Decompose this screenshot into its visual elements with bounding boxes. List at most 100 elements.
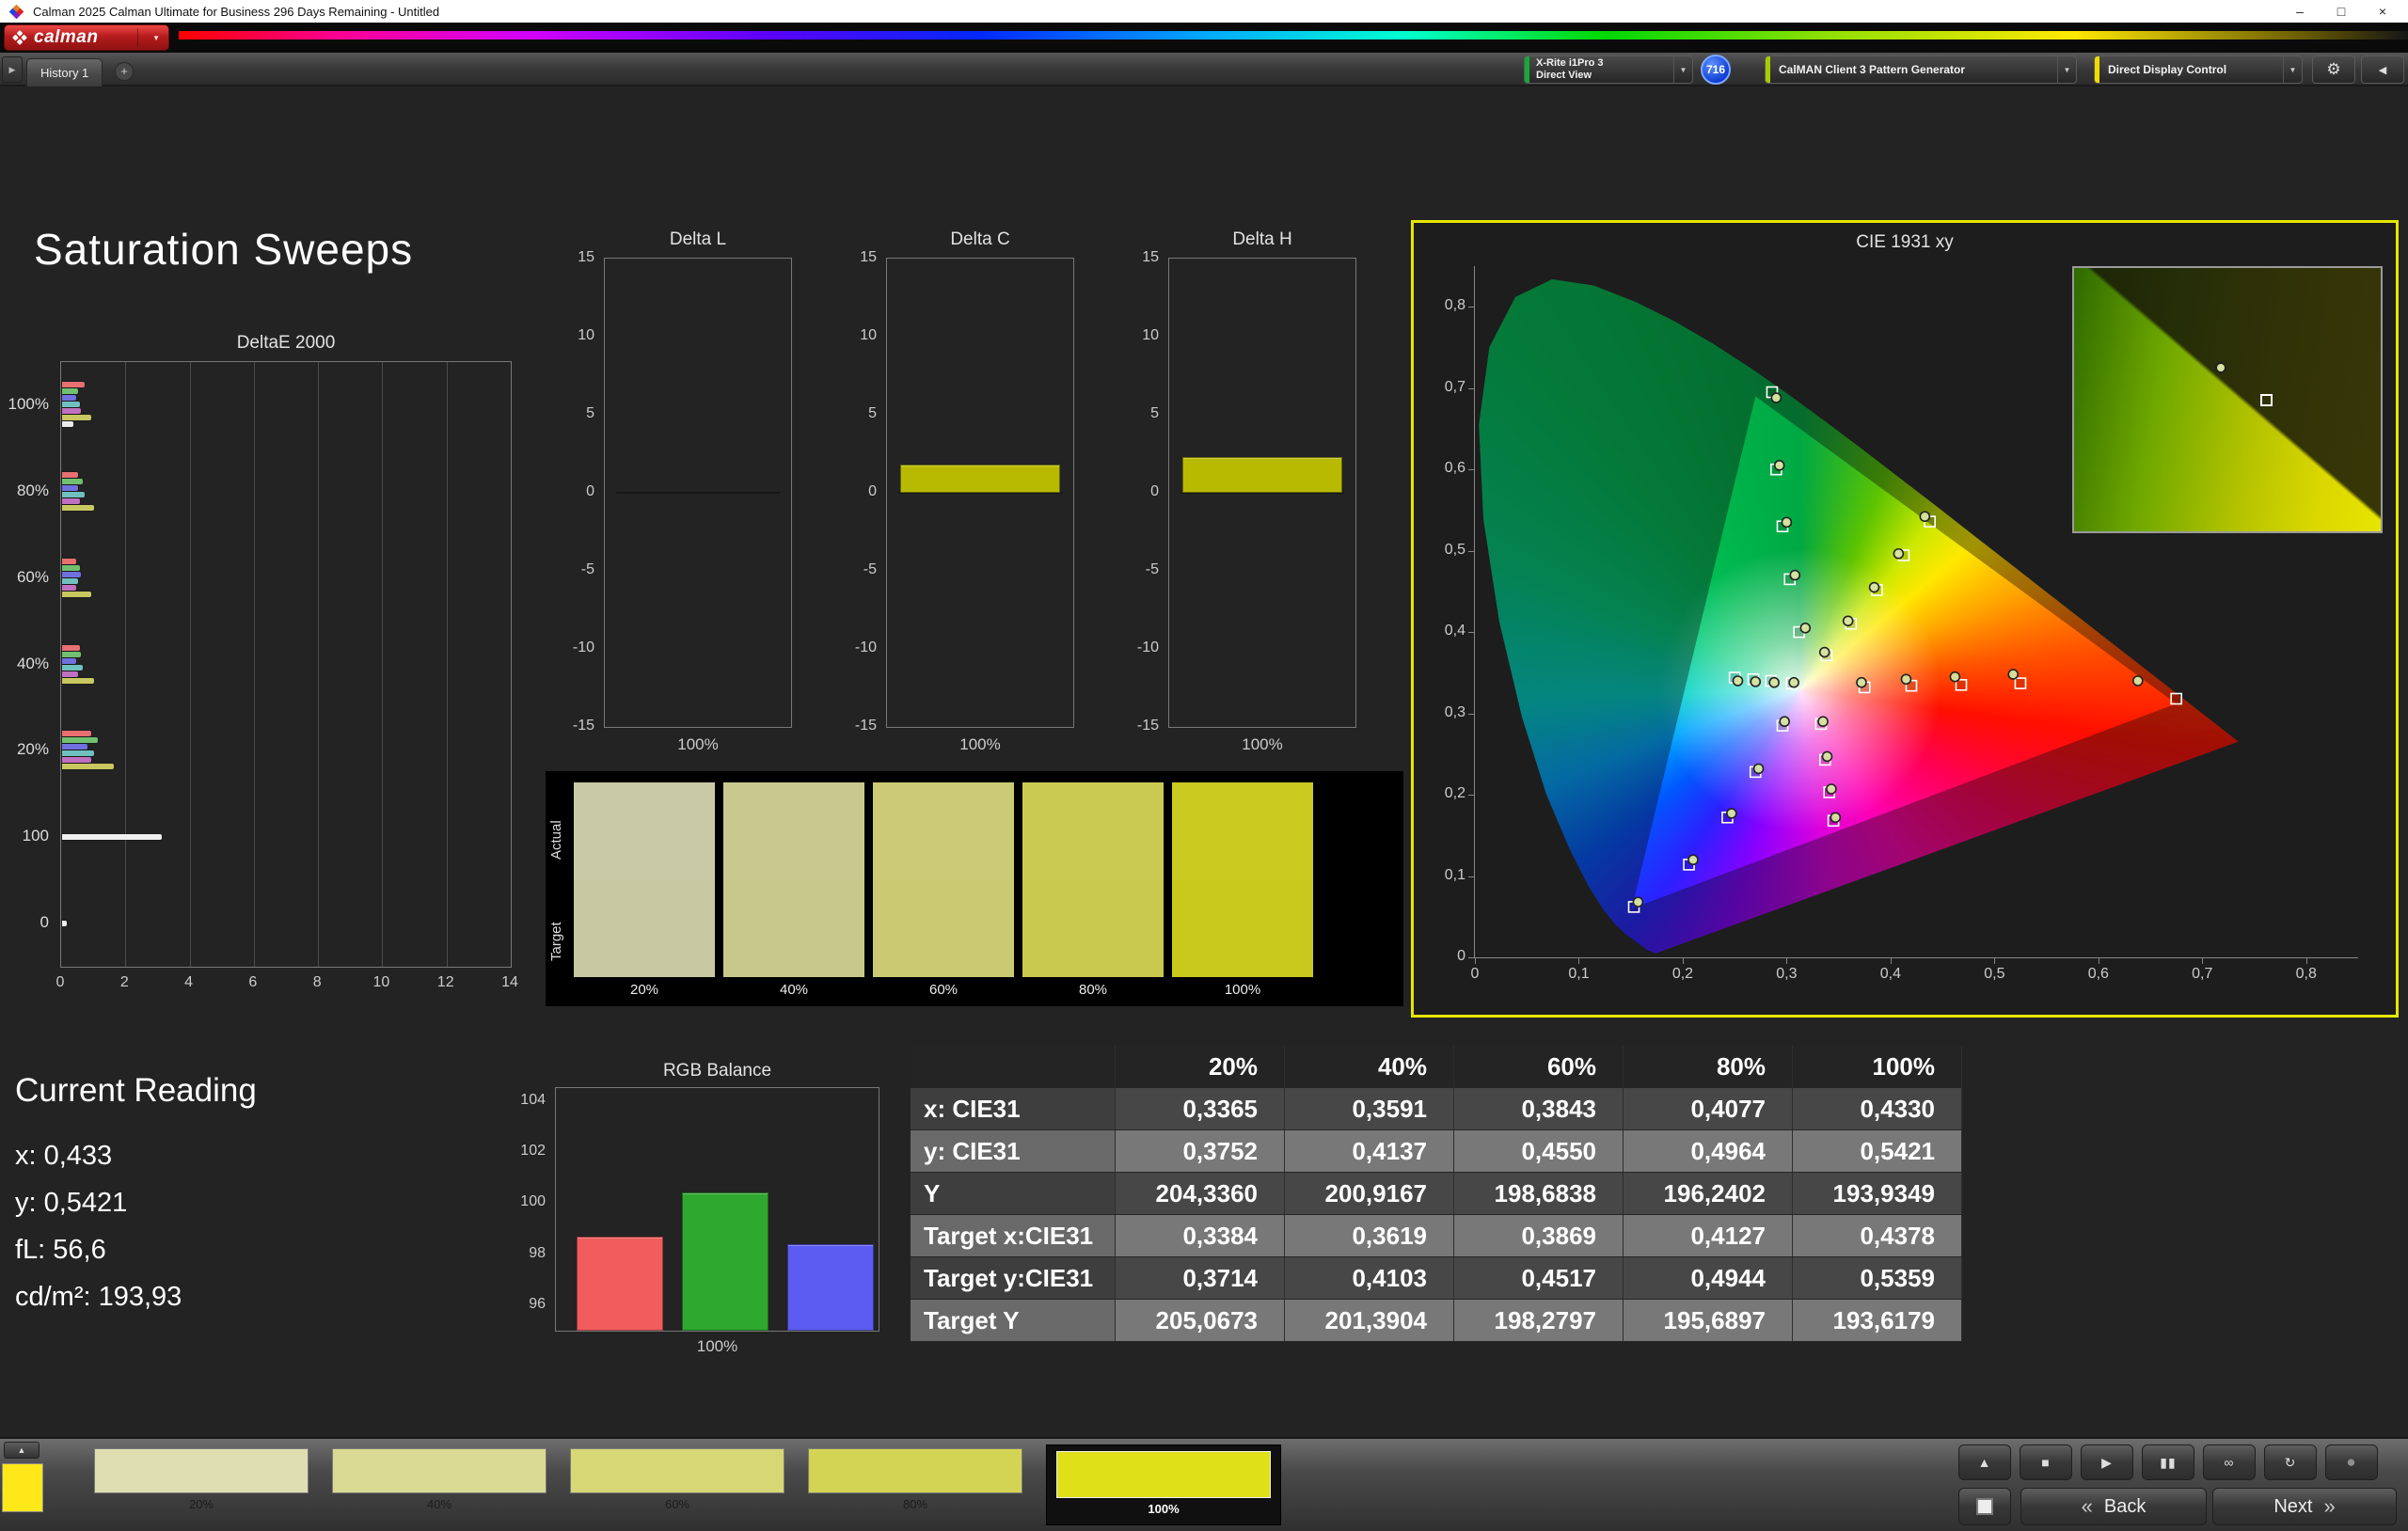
inset-target-point	[2260, 394, 2273, 406]
x-tick-label: 0	[1458, 966, 1492, 983]
y-tick-label: -15	[1121, 718, 1159, 734]
target-point	[2015, 678, 2025, 688]
y-tick-label: -10	[1121, 639, 1159, 656]
chart-title: RGB Balance	[555, 1061, 879, 1081]
chevron-down-icon: ▼	[2057, 56, 2076, 83]
value-cell: 201,3904	[1285, 1300, 1454, 1341]
results-table: 20%40%60%80%100%x: CIE310,33650,35910,38…	[911, 1046, 1962, 1342]
refresh-button[interactable]: ↻	[2264, 1444, 2317, 1480]
measured-point	[1769, 678, 1779, 687]
display-control-dropdown[interactable]: Direct Display Control ▼	[2094, 55, 2303, 84]
bottombar-expand-button[interactable]: ▲	[4, 1442, 40, 1459]
actual-swatch	[574, 782, 715, 879]
x-tick-label: 0,2	[1666, 966, 1700, 983]
tick	[1683, 957, 1684, 964]
tick	[2306, 957, 2307, 964]
meter-dropdown[interactable]: X-Rite i1Pro 3 Direct View ▼	[1524, 55, 1693, 84]
delta-l-chart: Delta L 151050-5-10-15 100%	[562, 229, 800, 756]
pattern-patches: 20%40%60%80%100%	[94, 1448, 1281, 1525]
next-button[interactable]: Next »	[2212, 1488, 2397, 1525]
stop-button[interactable]: ■	[2020, 1444, 2072, 1480]
x-tick-label: 6	[243, 974, 263, 991]
row-label: Target y:CIE31	[911, 1257, 1116, 1299]
value-cell: 193,9349	[1793, 1173, 1962, 1214]
app-icon	[9, 4, 24, 19]
swatch-column: 80%	[1022, 782, 1164, 1002]
deltae-bar	[62, 678, 94, 684]
table-row: x: CIE310,33650,35910,38430,40770,4330	[911, 1088, 1962, 1130]
y-tick-label: -10	[839, 639, 877, 656]
patch-label: 20%	[94, 1493, 309, 1514]
history-panel-expand-button[interactable]: ▶	[2, 56, 23, 83]
settings-gear-button[interactable]: ⚙	[2312, 55, 2355, 84]
pattern-patch-80%[interactable]: 80%	[808, 1448, 1022, 1514]
measured-point	[1754, 764, 1764, 773]
tick	[1468, 388, 1475, 389]
bottom-bar: ▲ 20%40%60%80%100% ▲■▶▮▮∞↻● « Back Next …	[0, 1437, 2408, 1531]
y-tick-label: 10	[839, 327, 877, 344]
collapse-toolbar-button[interactable]: ◀	[2361, 55, 2404, 84]
deltae-bar	[62, 645, 80, 651]
actual-swatch	[723, 782, 864, 879]
pause-button[interactable]: ▮▮	[2142, 1444, 2194, 1480]
y-tick-label: 96	[502, 1296, 546, 1313]
deltae-bar	[62, 421, 73, 427]
deltae-bar	[62, 505, 94, 511]
tab-history-1[interactable]: History 1	[26, 58, 103, 87]
swatch-label: 40%	[723, 977, 864, 1002]
close-button[interactable]: ×	[2363, 1, 2402, 22]
back-button[interactable]: « Back	[2020, 1488, 2207, 1525]
add-tab-button[interactable]: +	[115, 62, 134, 81]
value-cell: 205,0673	[1116, 1300, 1285, 1341]
deltae-bar	[62, 559, 76, 564]
deltae-ylabels: 100%80%60%40%20%1000	[8, 361, 56, 968]
pattern-patch-20%[interactable]: 20%	[94, 1448, 309, 1514]
chart-title: Delta H	[1168, 229, 1356, 250]
tick	[1475, 957, 1476, 964]
y-tick-label: 0	[557, 483, 594, 500]
maximize-button[interactable]: □	[2321, 1, 2361, 22]
tick	[1468, 714, 1475, 715]
swatch-label: 100%	[1172, 977, 1313, 1002]
actual-label: Actual	[548, 788, 564, 892]
delta-bar	[1182, 457, 1342, 493]
minimize-button[interactable]: –	[2280, 1, 2320, 22]
measured-point	[2133, 676, 2143, 686]
record-button[interactable]: ●	[2325, 1444, 2378, 1480]
calman-logo-button[interactable]: calman ▼	[4, 24, 169, 51]
pattern-window-button[interactable]	[1958, 1488, 2011, 1525]
measured-point	[1782, 517, 1791, 527]
value-cell: 0,3843	[1454, 1088, 1624, 1129]
deltae-bar	[62, 737, 98, 743]
x-tick-label: 4	[179, 974, 199, 991]
value-cell: 204,3360	[1116, 1173, 1285, 1214]
eject-button[interactable]: ▲	[1958, 1444, 2011, 1480]
pattern-patch-100%[interactable]: 100%	[1046, 1444, 1281, 1525]
chevron-down-icon: ▼	[1673, 56, 1692, 83]
measured-point	[2008, 670, 2018, 679]
swatch-columns: 20%40%60%80%100%	[574, 782, 1313, 1002]
gridline	[382, 362, 383, 967]
loop-button[interactable]: ∞	[2203, 1444, 2256, 1480]
measured-point	[1733, 676, 1742, 686]
value-cell: 0,4517	[1454, 1257, 1624, 1299]
swatch-column: 40%	[723, 782, 864, 1002]
measured-point	[1857, 678, 1866, 687]
pattern-source-dropdown[interactable]: CalMAN Client 3 Pattern Generator ▼	[1765, 55, 2077, 84]
meter-count-badge[interactable]: 716	[1701, 55, 1731, 85]
play-button[interactable]: ▶	[2081, 1444, 2133, 1480]
meter-line1: X-Rite i1Pro 3	[1536, 57, 1667, 70]
patch-label: 40%	[332, 1493, 547, 1514]
table-row: Target x:CIE310,33840,36190,38690,41270,…	[911, 1215, 1962, 1257]
patch-label: 80%	[808, 1493, 1022, 1514]
logo-menu-chevron-icon[interactable]: ▼	[137, 28, 160, 47]
pattern-patch-60%[interactable]: 60%	[570, 1448, 784, 1514]
tab-label: History 1	[40, 66, 88, 80]
pattern-patch-40%[interactable]: 40%	[332, 1448, 547, 1514]
deltae-bar	[62, 479, 83, 484]
delta-bar	[900, 465, 1060, 493]
y-tick-label: 20%	[0, 740, 49, 759]
y-tick-label: 10	[1121, 327, 1159, 344]
deltae-bar	[62, 757, 91, 763]
value-cell: 200,9167	[1285, 1173, 1454, 1214]
